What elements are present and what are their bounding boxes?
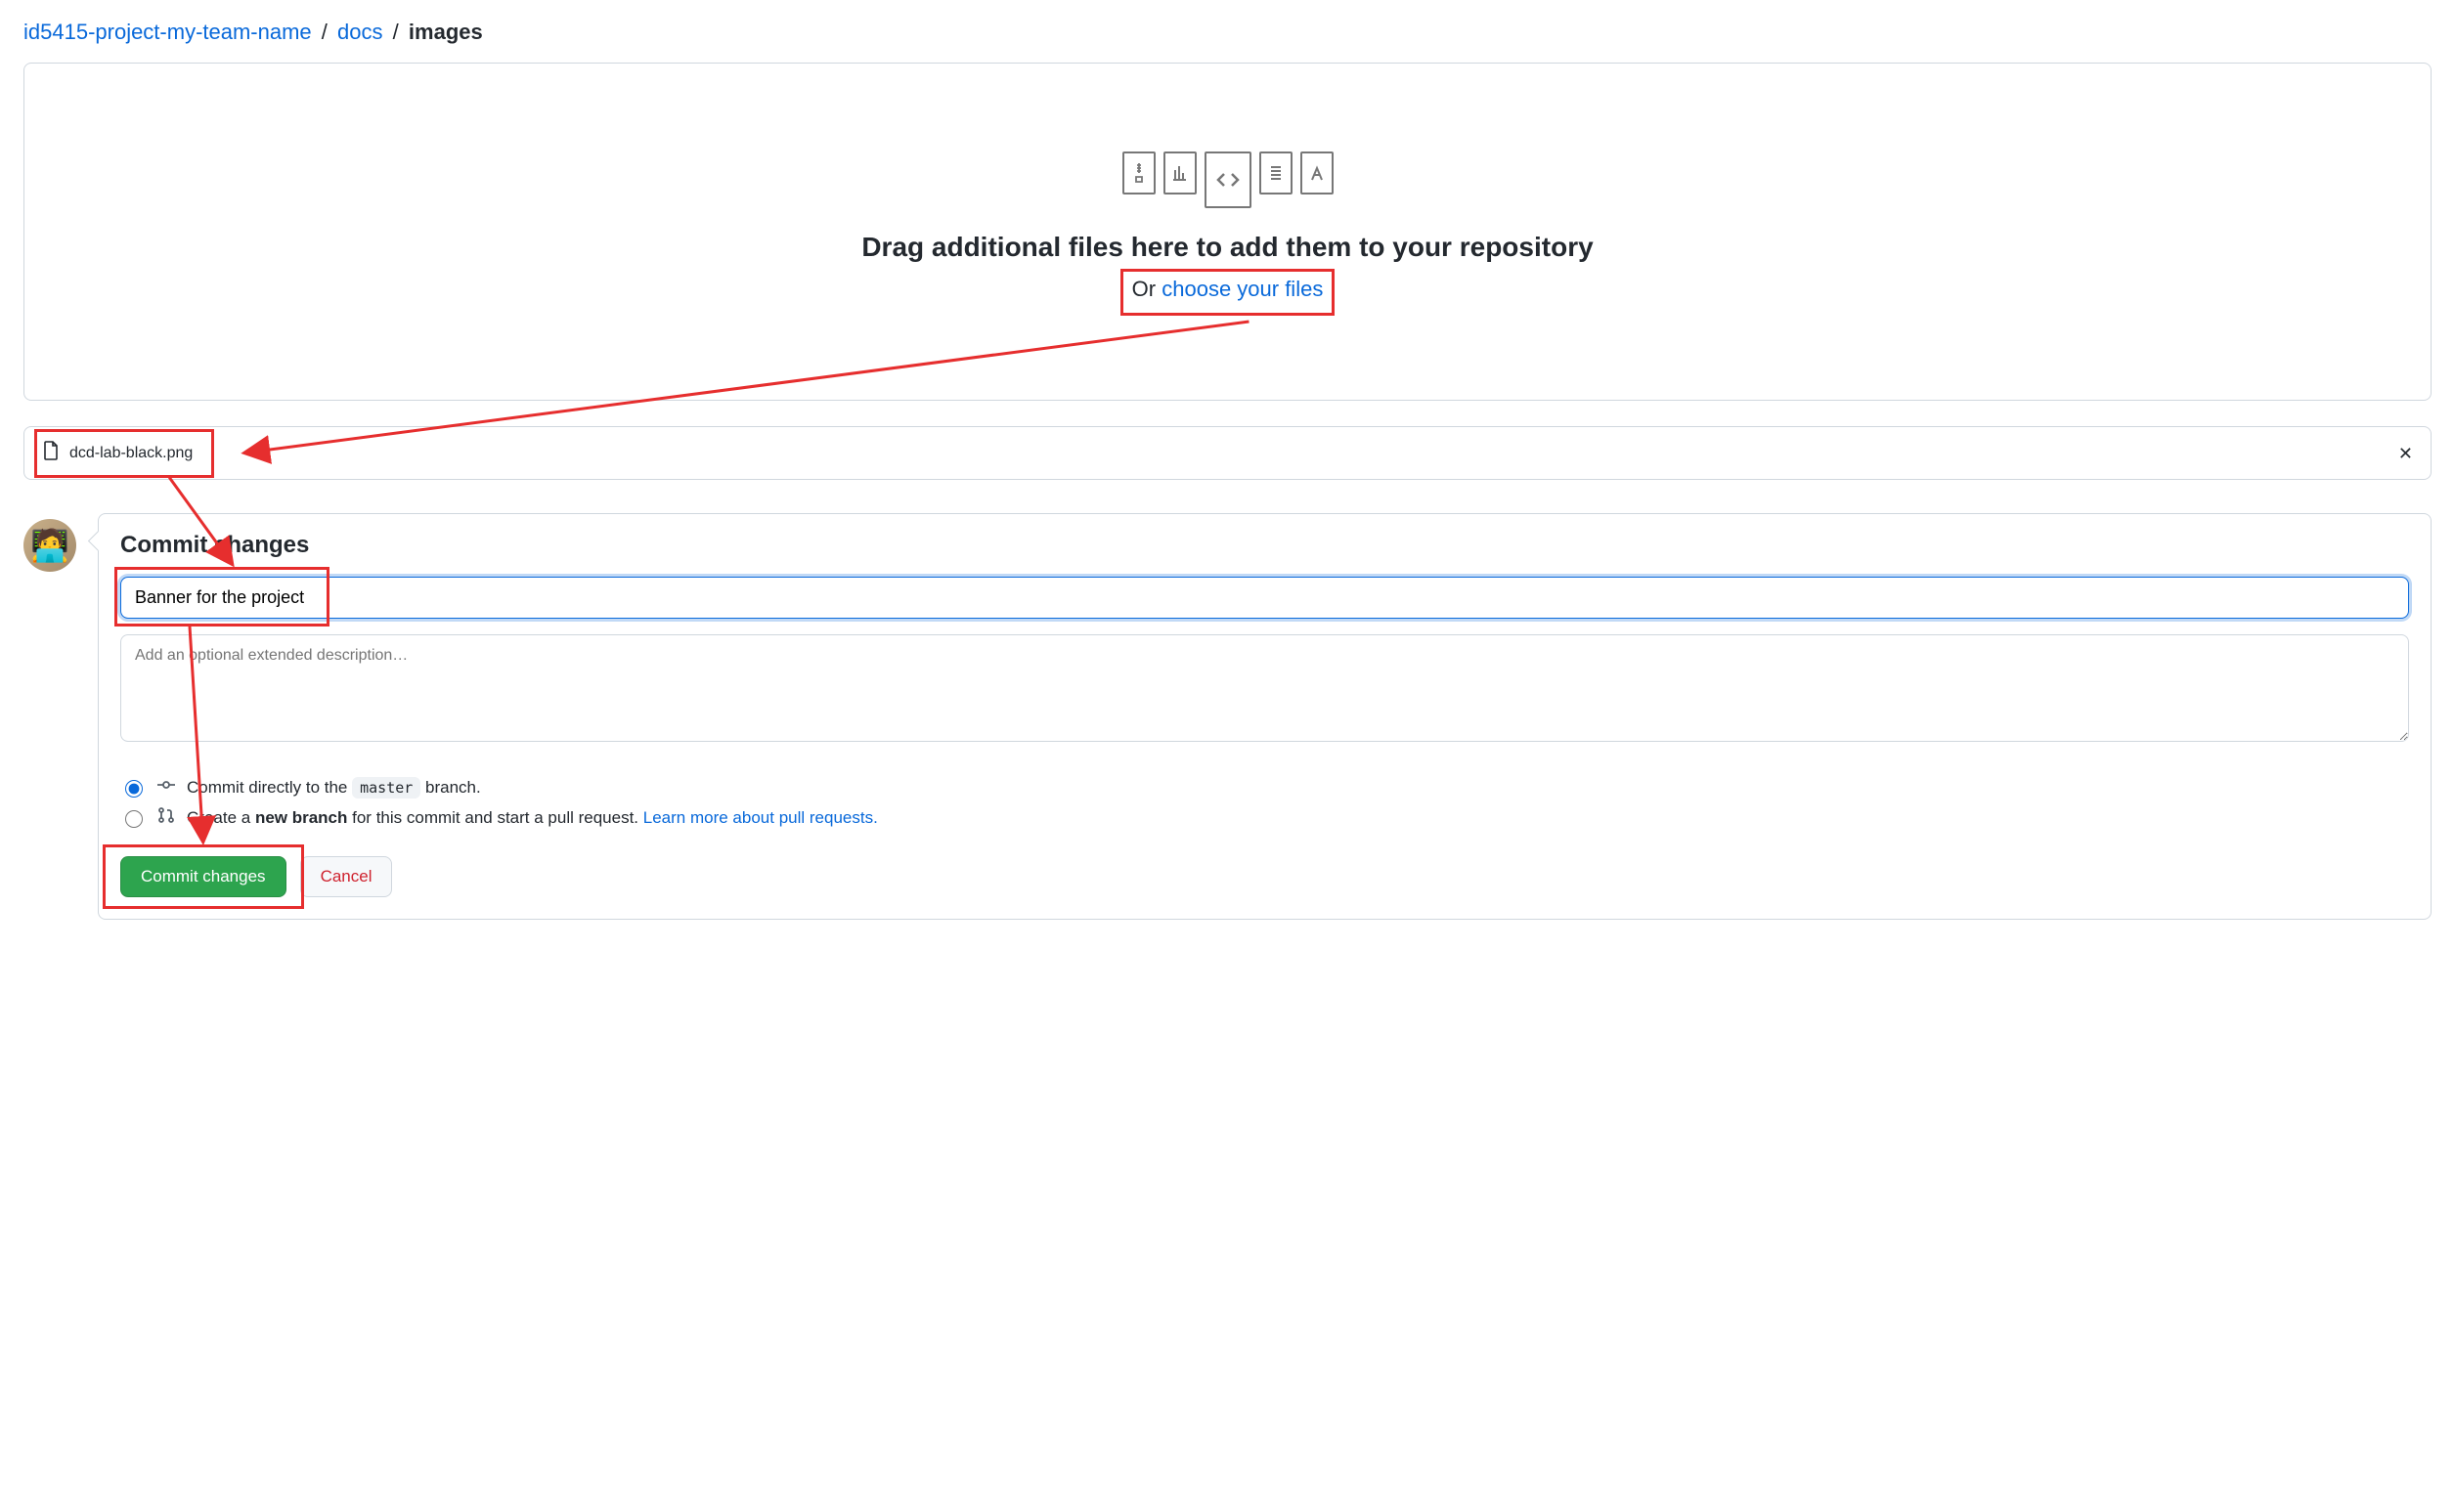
commit-direct-radio-row[interactable]: Commit directly to the master branch. (120, 776, 2409, 799)
file-icon (42, 441, 60, 465)
breadcrumb-sep: / (322, 20, 328, 44)
uploaded-file-row: dcd-lab-black.png ✕ (23, 426, 2432, 480)
zip-file-icon (1122, 151, 1156, 194)
learn-more-pr-link[interactable]: Learn more about pull requests. (643, 808, 878, 827)
breadcrumb-current: images (409, 20, 483, 44)
uploaded-file-name: dcd-lab-black.png (69, 445, 193, 462)
commit-new-branch-radio-row[interactable]: Create a new branch for this commit and … (120, 806, 2409, 829)
commit-new-branch-radio[interactable] (125, 810, 143, 828)
user-avatar: 🧑‍💻 (23, 519, 76, 572)
commit-new-branch-label: Create a new branch for this commit and … (187, 808, 878, 828)
breadcrumb: id5415-project-my-team-name / docs / ima… (23, 20, 2432, 45)
code-file-icon (1205, 151, 1251, 208)
commit-direct-radio[interactable] (125, 780, 143, 798)
breadcrumb-repo-link[interactable]: id5415-project-my-team-name (23, 20, 312, 44)
breadcrumb-path1-link[interactable]: docs (337, 20, 382, 44)
drop-file-type-icons (44, 151, 2411, 208)
text-file-icon (1259, 151, 1293, 194)
git-commit-icon (157, 776, 175, 799)
commit-description-textarea[interactable] (120, 634, 2409, 742)
drop-heading: Drag additional files here to add them t… (44, 232, 2411, 263)
commit-changes-button[interactable]: Commit changes (120, 856, 286, 897)
git-pull-request-icon (157, 806, 175, 829)
commit-form: Commit changes Commit directly to the ma… (98, 513, 2432, 920)
breadcrumb-sep: / (393, 20, 399, 44)
file-drop-area[interactable]: Drag additional files here to add them t… (23, 63, 2432, 401)
remove-file-button[interactable]: ✕ (2398, 445, 2413, 462)
commit-title: Commit changes (120, 532, 2409, 559)
pdf-file-icon (1300, 151, 1334, 194)
choose-files-link[interactable]: choose your files (1162, 277, 1323, 301)
commit-direct-label: Commit directly to the master branch. (187, 778, 481, 798)
cancel-button[interactable]: Cancel (300, 856, 393, 897)
branch-name-chip: master (352, 777, 420, 799)
chart-file-icon (1163, 151, 1197, 194)
commit-summary-input[interactable] (120, 577, 2409, 619)
drop-or-text: Or (1132, 277, 1162, 301)
